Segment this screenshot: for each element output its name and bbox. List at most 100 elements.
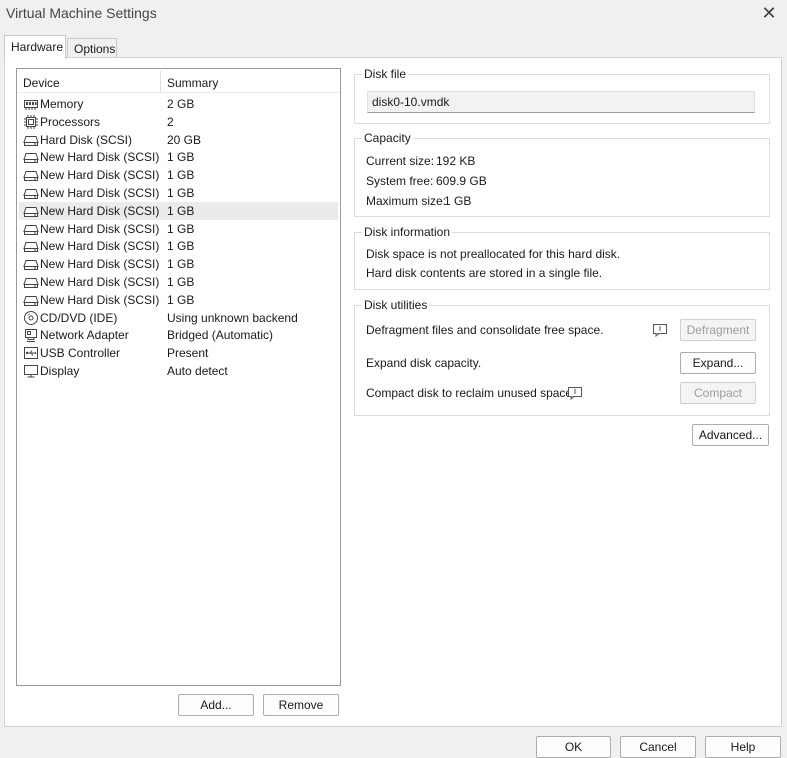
- current-size-value: 192 KB: [436, 154, 476, 168]
- window-title: Virtual Machine Settings: [6, 5, 157, 21]
- hardware-panel: Device Summary Memory 2 GB Processors 2 Hard…: [4, 57, 782, 727]
- device-summary: 1 GB: [167, 239, 195, 254]
- device-list[interactable]: Device Summary Memory 2 GB Processors 2 Hard…: [16, 68, 341, 686]
- hard-disk-icon: [23, 185, 39, 201]
- current-size-label: Current size:: [366, 154, 435, 168]
- capacity-group: Capacity Current size: 192 KB System fre…: [354, 131, 770, 217]
- device-name: Memory: [40, 97, 84, 111]
- cancel-button[interactable]: Cancel: [620, 736, 696, 758]
- device-summary: 1 GB: [167, 275, 195, 289]
- compact-text: Compact disk to reclaim unused space.: [366, 386, 576, 400]
- info-icon[interactable]: [652, 323, 668, 338]
- device-summary: 1 GB: [167, 257, 195, 272]
- hard-disk-icon: [23, 149, 39, 165]
- add-button[interactable]: Add...: [178, 694, 254, 716]
- device-row[interactable]: New Hard Disk (SCSI) 1 GB: [19, 148, 338, 166]
- device-summary: 1 GB: [167, 186, 195, 200]
- list-header: Device Summary: [17, 69, 340, 93]
- dialog-button-bar: OK Cancel Help: [0, 728, 787, 758]
- device-name: New Hard Disk (SCSI): [40, 150, 160, 165]
- device-name: CD/DVD (IDE): [40, 310, 118, 325]
- disk-file-group: Disk file disk0-10.vmdk: [354, 67, 770, 124]
- tab-hardware[interactable]: Hardware: [4, 35, 66, 59]
- hard-disk-icon: [23, 221, 39, 237]
- maximum-size-label: Maximum size:: [366, 194, 447, 208]
- device-name: New Hard Disk (SCSI): [40, 292, 160, 307]
- disk-information-label: Disk information: [362, 225, 453, 239]
- device-summary: 20 GB: [167, 132, 202, 147]
- system-free-value: 609.9 GB: [436, 174, 487, 188]
- disk-information-line1: Disk space is not preallocated for this …: [366, 247, 621, 261]
- tab-options[interactable]: Options: [67, 38, 117, 58]
- hard-disk-icon: [23, 203, 39, 219]
- network-adapter-icon: [23, 327, 39, 343]
- cd-dvd-icon: [23, 310, 39, 326]
- ok-button[interactable]: OK: [536, 736, 611, 758]
- device-name: New Hard Disk (SCSI): [40, 203, 160, 218]
- defragment-text: Defragment files and consolidate free sp…: [366, 323, 604, 337]
- hard-disk-icon: [23, 132, 39, 148]
- device-summary: 1 GB: [167, 203, 195, 218]
- device-row[interactable]: USB Controller Present: [19, 344, 338, 362]
- processor-icon: [23, 114, 39, 130]
- device-row[interactable]: Processors 2: [19, 113, 338, 131]
- device-row[interactable]: New Hard Disk (SCSI) 1 GB: [19, 255, 338, 273]
- display-icon: [23, 363, 39, 379]
- disk-utilities-group: Disk utilities Defragment files and cons…: [354, 298, 770, 416]
- disk-file-label: Disk file: [362, 67, 409, 81]
- hard-disk-icon: [23, 292, 39, 308]
- device-summary: Auto detect: [167, 364, 228, 378]
- device-row[interactable]: New Hard Disk (SCSI) 1 GB: [19, 201, 338, 220]
- device-row[interactable]: New Hard Disk (SCSI) 1 GB: [19, 220, 338, 238]
- expand-text: Expand disk capacity.: [366, 356, 482, 370]
- disk-information-line2: Hard disk contents are stored in a singl…: [366, 266, 603, 280]
- disk-file-field[interactable]: disk0-10.vmdk: [367, 91, 755, 113]
- hard-disk-icon: [23, 238, 39, 254]
- help-button[interactable]: Help: [705, 736, 781, 758]
- hard-disk-icon: [23, 256, 39, 272]
- device-name: USB Controller: [40, 346, 121, 361]
- remove-button[interactable]: Remove: [263, 694, 339, 716]
- device-row[interactable]: New Hard Disk (SCSI) 1 GB: [19, 237, 338, 255]
- close-icon[interactable]: ✕: [759, 3, 779, 23]
- device-name: Processors: [40, 114, 101, 129]
- hard-disk-icon: [23, 167, 39, 183]
- compact-button[interactable]: Compact: [680, 382, 756, 404]
- device-row[interactable]: Memory 2 GB: [19, 95, 338, 113]
- device-name: New Hard Disk (SCSI): [40, 168, 160, 183]
- device-summary: 1 GB: [167, 221, 195, 236]
- device-row[interactable]: New Hard Disk (SCSI) 1 GB: [19, 273, 338, 291]
- device-row[interactable]: Display Auto detect: [19, 362, 338, 380]
- disk-utilities-label: Disk utilities: [362, 298, 430, 312]
- device-name: Hard Disk (SCSI): [40, 132, 133, 147]
- usb-icon: [23, 345, 39, 361]
- advanced-button[interactable]: Advanced...: [692, 424, 769, 446]
- device-row[interactable]: CD/DVD (IDE) Using unknown backend: [19, 309, 338, 327]
- device-row[interactable]: New Hard Disk (SCSI) 1 GB: [19, 166, 338, 184]
- device-name: New Hard Disk (SCSI): [40, 257, 160, 272]
- device-summary: Bridged (Automatic): [167, 328, 274, 343]
- info-icon[interactable]: [567, 386, 583, 401]
- device-row[interactable]: Network Adapter Bridged (Automatic): [19, 326, 338, 344]
- device-summary: 2 GB: [167, 97, 195, 111]
- hard-disk-icon: [23, 274, 39, 290]
- device-summary: 1 GB: [167, 292, 195, 307]
- column-divider[interactable]: [160, 71, 161, 93]
- column-header-device[interactable]: Device: [23, 76, 60, 90]
- device-row[interactable]: New Hard Disk (SCSI) 1 GB: [19, 184, 338, 202]
- device-name: New Hard Disk (SCSI): [40, 186, 160, 200]
- device-name: Display: [40, 364, 80, 378]
- device-summary: Using unknown backend: [167, 310, 298, 325]
- device-row[interactable]: New Hard Disk (SCSI) 1 GB: [19, 291, 338, 309]
- title-bar: Virtual Machine Settings ✕: [0, 0, 787, 28]
- memory-icon: [23, 96, 39, 112]
- device-summary: 1 GB: [167, 150, 195, 165]
- device-summary: Present: [167, 346, 209, 361]
- device-row[interactable]: Hard Disk (SCSI) 20 GB: [19, 131, 338, 149]
- device-name: New Hard Disk (SCSI): [40, 239, 160, 254]
- column-header-summary[interactable]: Summary: [167, 76, 218, 90]
- device-name: Network Adapter: [40, 328, 129, 343]
- disk-information-group: Disk information Disk space is not preal…: [354, 225, 770, 290]
- defragment-button[interactable]: Defragment: [680, 319, 756, 341]
- expand-button[interactable]: Expand...: [680, 352, 756, 374]
